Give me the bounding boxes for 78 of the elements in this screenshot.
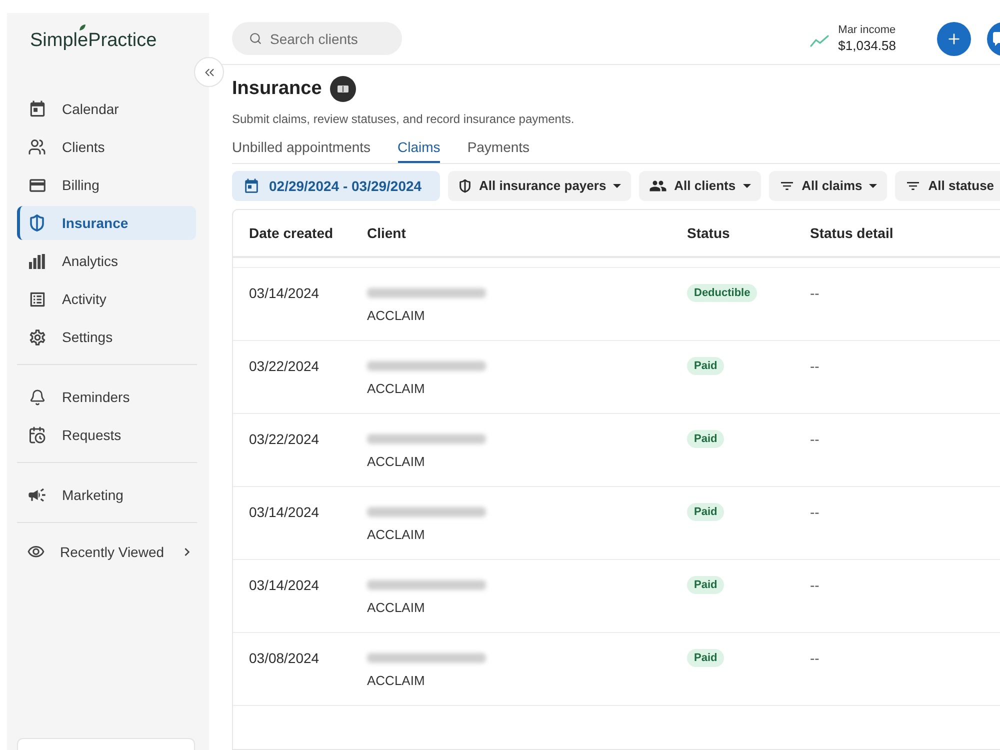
sidebar-item[interactable]: Requests — [17, 418, 196, 452]
sidebar-item[interactable]: Marketing — [17, 478, 196, 512]
status-detail-cell-text: -- — [810, 357, 820, 376]
sidebar-item[interactable]: Billing — [17, 168, 196, 202]
column-header: Status — [687, 224, 731, 242]
date-cell-text: 03/14/2024 — [249, 284, 320, 303]
trend-line-icon — [810, 34, 830, 46]
sidebar-item[interactable]: Insurance — [17, 206, 196, 240]
status-badge: Paid — [687, 357, 724, 375]
column-header: Client — [367, 224, 407, 242]
client-subtitle: ACCLAIM — [367, 526, 425, 544]
shield-icon — [458, 179, 472, 193]
filter-label: 02/29/2024 - 03/29/2024 — [269, 176, 422, 196]
column-header: Status detail — [810, 224, 894, 242]
filter-label: All insurance payers — [479, 177, 606, 196]
status-badge: Deductible — [687, 284, 758, 302]
tab[interactable]: Unbilled appointments — [232, 137, 371, 163]
date-cell-text: 03/08/2024 — [249, 649, 320, 668]
tab[interactable]: Payments — [467, 137, 530, 163]
bell-icon — [28, 388, 46, 406]
bar-chart-icon — [29, 254, 45, 268]
filter-label: All statuse — [928, 177, 994, 196]
plus-icon — [946, 30, 962, 46]
recently-viewed-label: Recently Viewed — [60, 542, 164, 562]
caret-down-icon — [742, 184, 751, 188]
page-subtitle: Submit claims, review statuses, and record insurance payments. — [232, 111, 576, 127]
filter-dropdown[interactable]: All insurance payers — [448, 171, 632, 201]
sidebar-item[interactable]: Settings — [17, 320, 196, 354]
caret-down-icon — [869, 184, 878, 188]
filter-dropdown[interactable]: All clients — [639, 171, 761, 201]
client-subtitle: ACCLAIM — [367, 380, 425, 398]
sidebar-item[interactable]: Activity — [17, 282, 196, 316]
date-cell-text: 03/14/2024 — [249, 503, 320, 522]
status-detail-cell-text: -- — [810, 649, 820, 668]
calendar-clock-icon — [28, 426, 46, 444]
people-icon — [28, 138, 46, 156]
book-icon[interactable] — [330, 76, 356, 102]
client-subtitle: ACCLAIM — [367, 599, 425, 617]
page-title: Insurance — [232, 77, 322, 101]
income-label: Mar income — [838, 23, 896, 37]
tab[interactable]: Claims — [398, 137, 440, 163]
filter-label: All clients — [674, 177, 736, 196]
search-field[interactable]: Search clients — [232, 22, 402, 55]
date-range-button[interactable]: 02/29/2024 - 03/29/2024 — [232, 171, 440, 201]
status-badge: Paid — [687, 576, 724, 594]
client-subtitle: ACCLAIM — [367, 453, 425, 471]
calendar-icon — [243, 178, 260, 194]
sidebar-item[interactable]: Reminders — [17, 380, 196, 414]
status-detail-cell-text: -- — [810, 430, 820, 449]
shield-icon — [28, 214, 46, 232]
status-detail-cell-text: -- — [810, 576, 820, 595]
sidebar-item[interactable]: Calendar — [17, 92, 196, 126]
status-detail-cell-text: -- — [810, 503, 820, 522]
client-subtitle: ACCLAIM — [367, 307, 425, 325]
filter-dropdown[interactable]: All statuse — [895, 171, 1000, 201]
income-amount: $1,034.58 — [838, 37, 896, 54]
add-button[interactable] — [937, 22, 971, 56]
filter-dropdown[interactable]: All claims — [768, 171, 888, 201]
sidebar-item[interactable]: Clients — [17, 130, 196, 164]
date-cell-text: 03/22/2024 — [249, 430, 320, 449]
leaf-icon — [79, 24, 86, 31]
calendar-icon — [28, 100, 46, 118]
status-badge: Paid — [687, 649, 724, 667]
filter-label: All claims — [802, 177, 862, 196]
recently-viewed-item[interactable]: Recently Viewed — [17, 535, 196, 569]
sidebar-item[interactable]: Analytics — [17, 244, 196, 278]
list-icon — [28, 290, 46, 308]
status-detail-cell-text: -- — [810, 284, 820, 303]
status-badge: Paid — [687, 430, 724, 448]
status-badge: Paid — [687, 503, 724, 521]
date-cell-text: 03/22/2024 — [249, 357, 320, 376]
search-icon — [249, 32, 262, 45]
caret-down-icon — [613, 184, 622, 188]
logo[interactable]: SimplePractice — [30, 30, 157, 51]
settings-icon — [28, 328, 46, 346]
date-cell-text: 03/14/2024 — [249, 576, 320, 595]
client-subtitle: ACCLAIM — [367, 672, 425, 690]
column-header: Date created — [249, 224, 334, 242]
